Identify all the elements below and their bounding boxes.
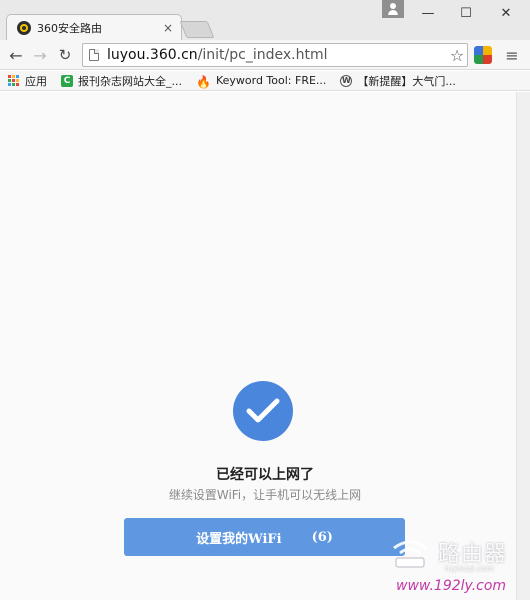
setup-wifi-label: 设置我的WiFi [196,531,282,547]
apps-dot [16,78,19,82]
minimize-button[interactable]: — [408,0,448,26]
url-path: /init/pc_index.html [197,47,328,63]
wordpress-icon: W [340,74,353,87]
setup-wifi-button[interactable]: 设置我的WiFi (6) [124,518,405,556]
tab-close-icon[interactable]: × [163,21,173,35]
apps-grid-icon [8,74,20,87]
url-text[interactable]: luyou.360.cn/init/pc_index.html [107,47,447,63]
bookmark-magazines[interactable]: C 报刊杂志网站大全_... [61,73,182,89]
apps-dot [8,78,11,82]
extension-icon[interactable] [474,46,492,64]
apps-dot [16,83,19,87]
bookmark-label: 【新提醒】大气门... [357,74,456,88]
success-title: 已经可以上网了 [216,467,314,483]
reload-button[interactable]: ↻ [55,45,75,65]
checkmark-icon [246,398,280,423]
profile-icon[interactable] [382,0,404,18]
url-host: luyou.360.cn [107,47,198,63]
bookmarks-bar: 应用 C 报刊杂志网站大全_... 🔥 Keyword Tool: FRE...… [0,71,530,91]
apps-dot [8,74,11,78]
watermark-url: www.192ly.com [396,578,507,594]
new-tab-button[interactable] [179,21,215,38]
bookmark-label: 应用 [25,74,47,88]
browser-toolbar: ← → ↻ luyou.360.cn/init/pc_index.html ☆ … [0,40,530,70]
tab-title: 360安全路由 [37,21,102,35]
bookmark-reminder[interactable]: W 【新提醒】大气门... [340,73,456,89]
apps-dot [12,74,15,78]
bookmark-label: 报刊杂志网站大全_... [78,74,182,88]
browser-tab[interactable]: 360安全路由 × [6,14,182,40]
bookmark-star-icon[interactable]: ☆ [447,46,467,65]
check-circle-icon [233,381,293,441]
maximize-button[interactable]: ☐ [446,0,486,26]
back-button[interactable]: ← [6,45,26,65]
watermark-router-icon [393,540,427,568]
menu-icon[interactable]: ≡ [502,45,522,65]
page-icon [89,49,99,61]
apps-dot [12,83,15,87]
bookmark-apps[interactable]: 应用 [8,73,47,89]
forward-button[interactable]: → [30,45,50,65]
address-bar[interactable]: luyou.360.cn/init/pc_index.html ☆ [82,43,468,67]
close-window-button[interactable]: ✕ [486,0,526,26]
fire-icon: 🔥 [196,74,211,89]
apps-dot [12,78,15,82]
title-bar: 360安全路由 × — ☐ ✕ [0,0,530,40]
watermark-domain-small: luyouqi.com [445,564,494,573]
360-favicon-icon [17,20,31,35]
apps-dot [16,74,19,78]
apps-dot [8,83,11,87]
countdown-text: (6) [311,529,333,545]
success-subtitle: 继续设置WiFi，让手机可以无线上网 [168,488,362,502]
bookmark-label: Keyword Tool: FRE... [215,74,327,87]
bookmark-keyword-tool[interactable]: 🔥 Keyword Tool: FRE... [196,74,327,89]
green-c-icon: C [61,74,73,87]
scrollbar[interactable] [516,92,530,600]
